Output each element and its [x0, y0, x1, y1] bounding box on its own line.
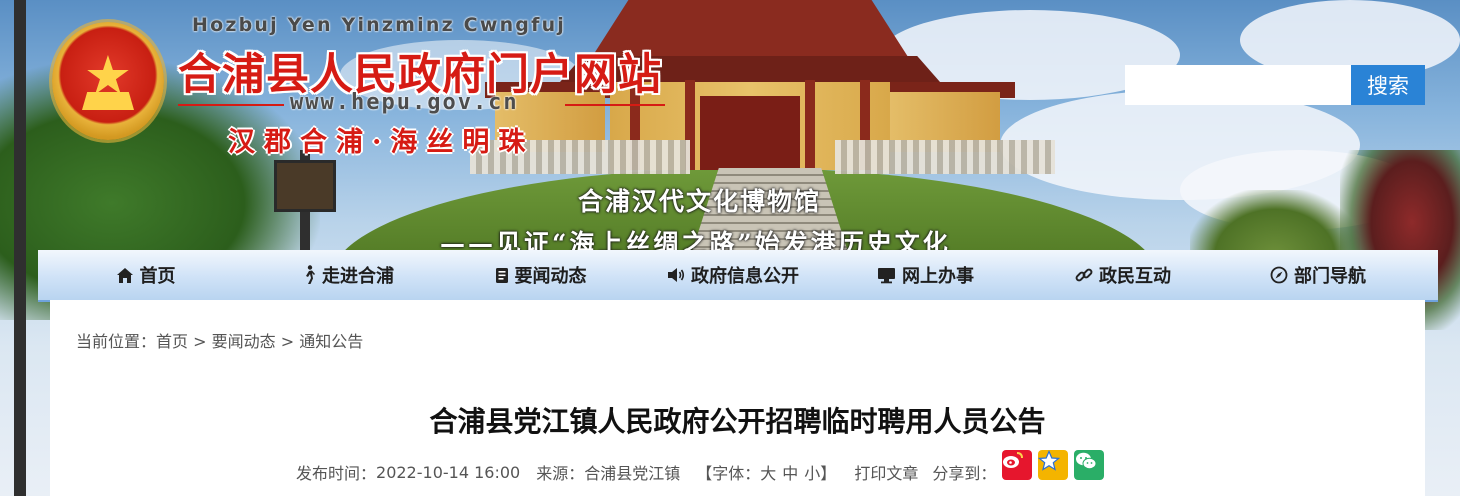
- nav-item-label: 首页: [139, 266, 176, 287]
- lantern-illustration: [274, 160, 336, 212]
- font-size-small[interactable]: 小: [804, 460, 820, 484]
- nav-item-label: 走进合浦: [322, 266, 394, 287]
- wechat-icon[interactable]: [1074, 450, 1105, 480]
- monitor-icon: [877, 267, 896, 284]
- breadcrumb-home[interactable]: 首页: [156, 332, 188, 351]
- document-icon: [495, 267, 509, 284]
- nav-item-label: 网上办事: [902, 266, 974, 287]
- nav-item-gov-info-disclosure[interactable]: 政府信息公开: [638, 250, 828, 300]
- publish-time: 2022-10-14 16:00: [376, 462, 521, 482]
- qzone-icon[interactable]: [1038, 449, 1069, 480]
- weibo-icon[interactable]: [1002, 450, 1033, 480]
- breadcrumb-notices[interactable]: 通知公告: [299, 332, 363, 351]
- font-size-large[interactable]: 大: [760, 460, 776, 484]
- nav-item-department-nav[interactable]: 部门导航: [1223, 250, 1413, 300]
- breadcrumb-separator: >: [275, 332, 300, 351]
- speaker-icon: [667, 267, 685, 283]
- nav-item-public-interaction[interactable]: 政民互动: [1023, 250, 1223, 300]
- article-title: 合浦县党江镇人民政府公开招聘临时聘用人员公告: [429, 405, 1046, 438]
- font-size-open: 【字体：: [696, 464, 761, 483]
- nav-item-label: 政府信息公开: [691, 266, 799, 287]
- publish-time-label: 发布时间：: [296, 464, 377, 483]
- compass-icon: [1270, 266, 1288, 284]
- breadcrumb-separator: >: [188, 332, 212, 351]
- print-article-link[interactable]: 打印文章: [854, 460, 918, 484]
- breadcrumb: 当前位置：首页 > 要闻动态 > 通知公告: [76, 328, 363, 352]
- breadcrumb-prefix: 当前位置：: [76, 332, 157, 351]
- main-nav: 首页 走进合浦 要闻动态 政府信息公开 网上办事 政民互动 部门导航: [38, 250, 1438, 302]
- nav-item-label: 政民互动: [1099, 266, 1171, 287]
- content-panel: 当前位置：首页 > 要闻动态 > 通知公告 合浦县党江镇人民政府公开招聘临时聘用…: [50, 300, 1425, 496]
- share-label: 分享到：: [932, 464, 997, 483]
- url-divider: [178, 104, 284, 106]
- source-label: 来源：: [536, 464, 585, 483]
- site-url: www.hepu.gov.cn: [290, 90, 519, 115]
- nav-item-label: 部门导航: [1294, 266, 1366, 287]
- link-icon: [1075, 266, 1093, 284]
- railing-illustration: [835, 140, 1055, 174]
- lamp-post-illustration: [14, 0, 26, 496]
- gate-icon: [82, 92, 134, 110]
- banner-caption: 合浦汉代文化博物馆: [578, 187, 822, 216]
- national-emblem-icon: ★: [52, 22, 164, 140]
- url-divider: [565, 104, 665, 106]
- breadcrumb-news[interactable]: 要闻动态: [212, 332, 276, 351]
- search-button[interactable]: 搜索: [1351, 65, 1425, 105]
- temple-column: [805, 80, 815, 170]
- article-meta: 发布时间： 2022-10-14 16:00 来源： 合浦县党江镇 【字体： 大…: [296, 449, 1105, 484]
- site-slogan: 汉郡合浦·海丝明珠: [228, 127, 535, 158]
- temple-door: [700, 96, 800, 170]
- nav-item-about-hepu[interactable]: 走进合浦: [253, 250, 443, 300]
- nav-item-label: 要闻动态: [514, 266, 587, 287]
- font-size-medium[interactable]: 中: [782, 460, 798, 484]
- nav-item-home[interactable]: 首页: [38, 250, 253, 300]
- home-icon: [116, 267, 134, 284]
- search-input[interactable]: [1125, 65, 1351, 105]
- nav-item-online-services[interactable]: 网上办事: [828, 250, 1023, 300]
- walking-person-icon: [302, 265, 316, 285]
- source-value: 合浦县党江镇: [584, 464, 681, 483]
- font-size-close: 】: [820, 464, 837, 483]
- nav-item-news[interactable]: 要闻动态: [443, 250, 638, 300]
- site-pinyin: Hozbuj Yen Yinzminz Cwngfuj: [192, 14, 567, 36]
